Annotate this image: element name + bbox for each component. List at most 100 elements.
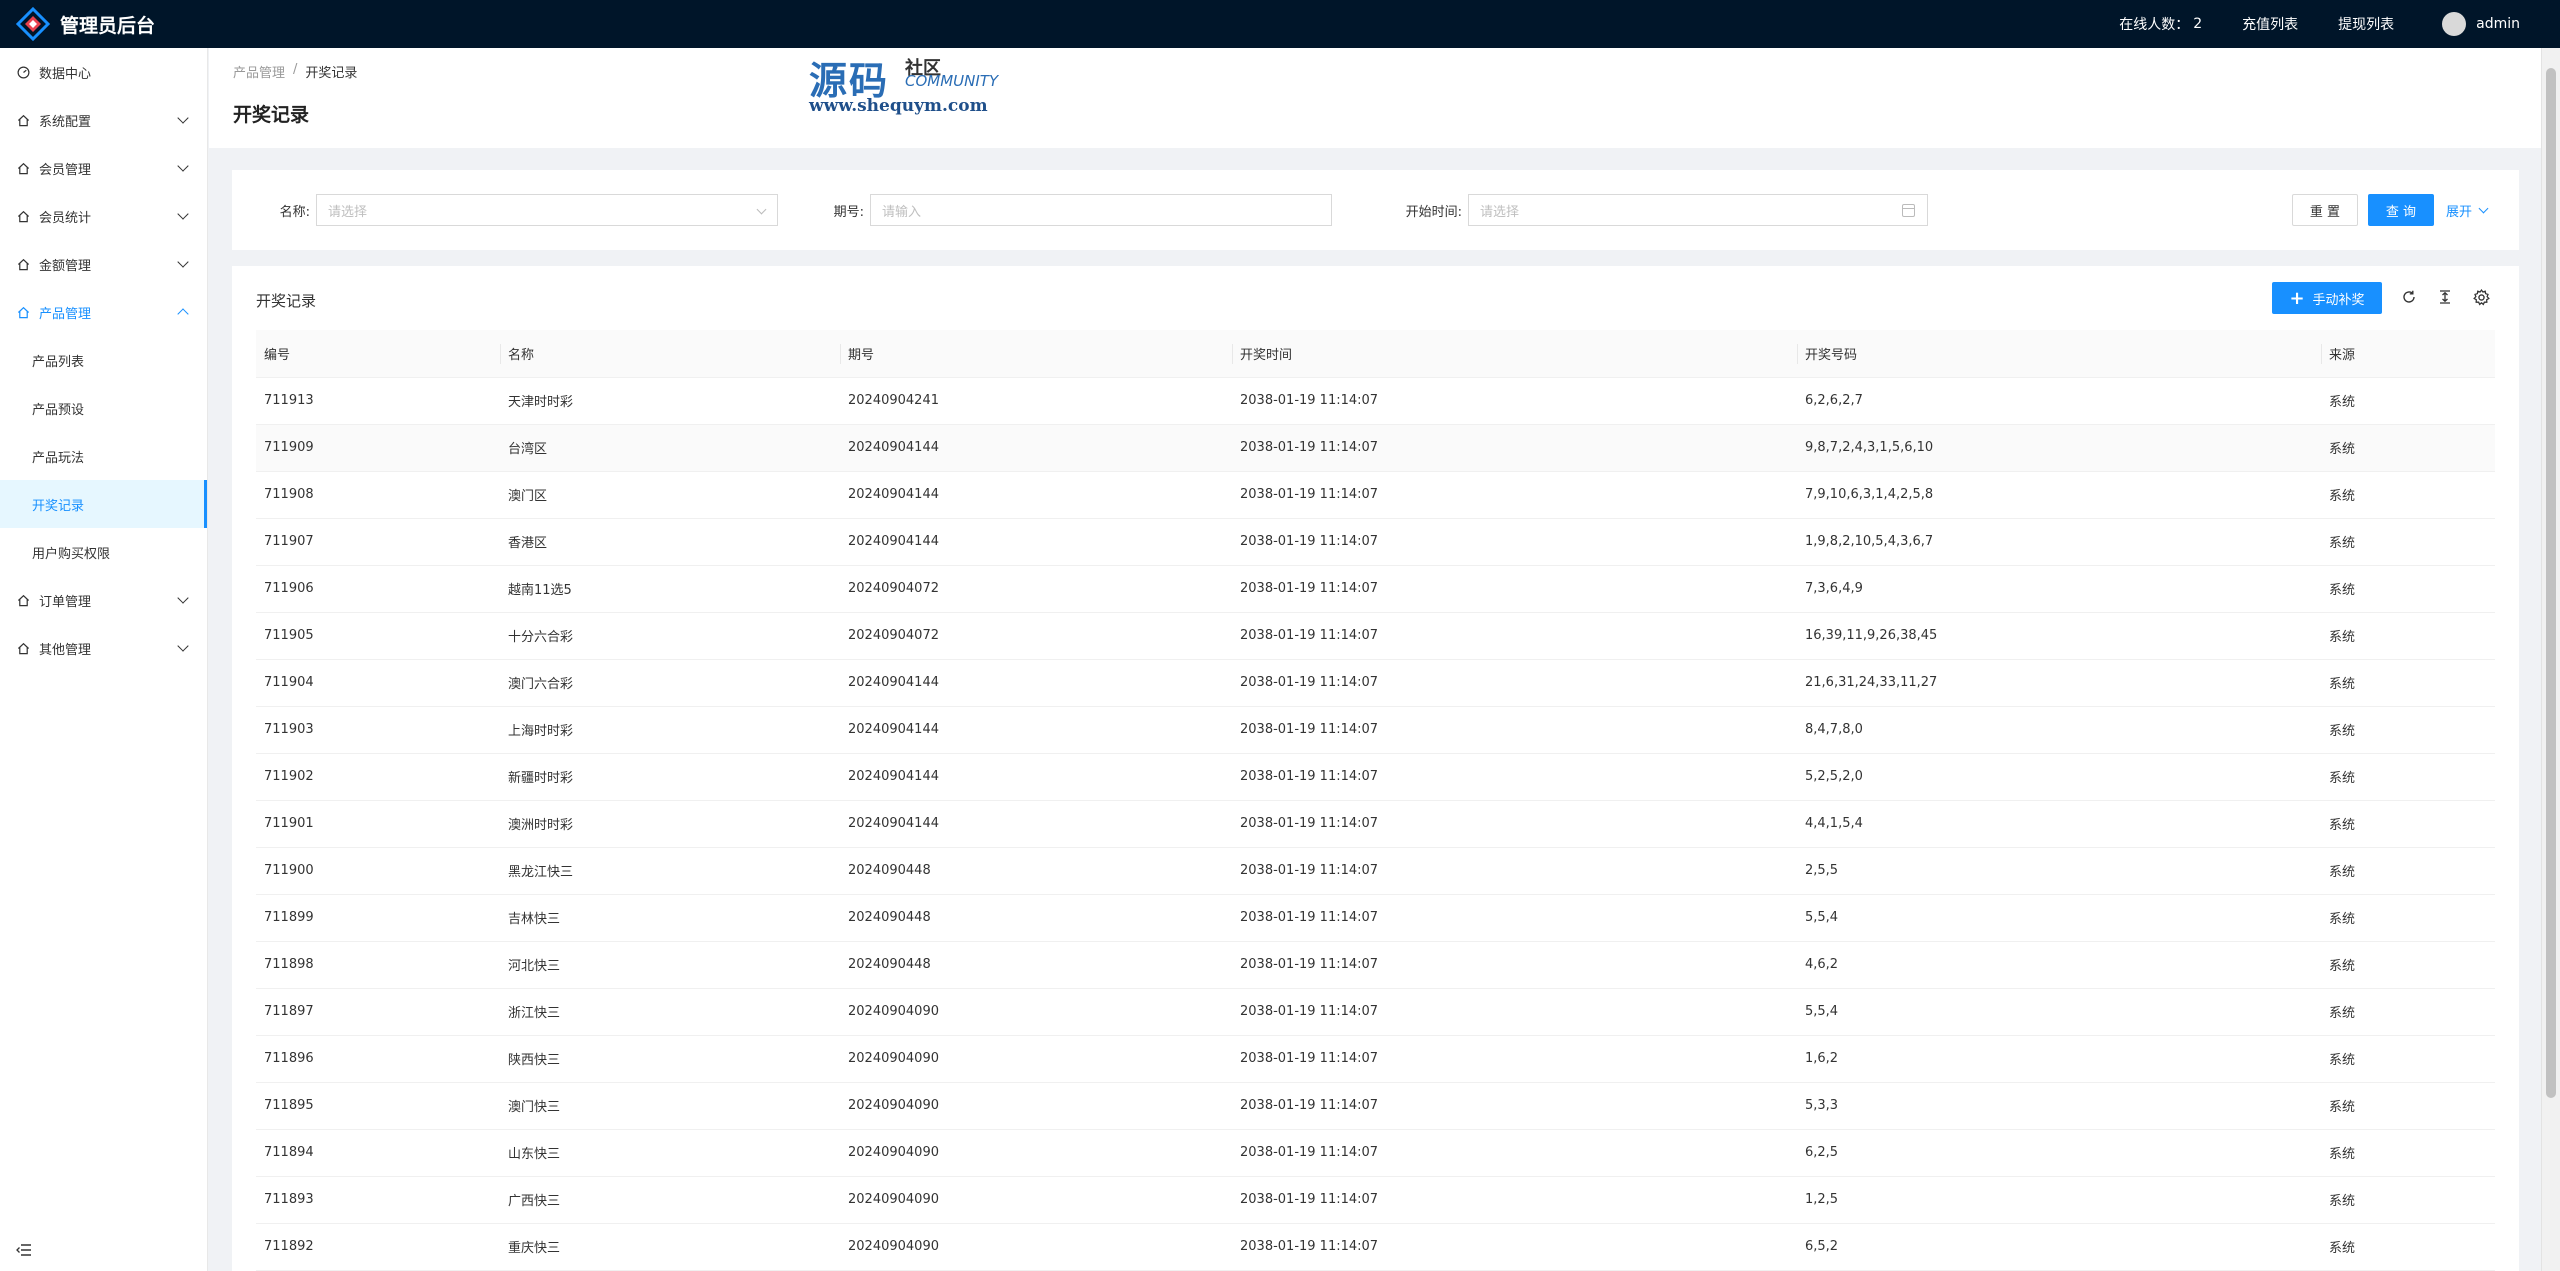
expand-toggle[interactable]: 展开 — [2446, 194, 2489, 226]
sidebar-item-product-management[interactable]: 产品管理 — [0, 288, 207, 336]
table-cell: 系统 — [2321, 471, 2495, 519]
name-select[interactable]: 请选择 — [316, 194, 778, 226]
table-cell: 20240904090 — [840, 988, 1232, 1036]
period-input[interactable]: 请输入 — [870, 194, 1332, 226]
table-row[interactable]: 711904 澳门六合彩 20240904144 2038-01-19 11:14:0… — [256, 659, 2495, 707]
sidebar-item-amount-management[interactable]: 金额管理 — [0, 240, 207, 288]
table-cell: 20240904072 — [840, 612, 1232, 660]
table-cell: 2038-01-19 11:14:07 — [1232, 612, 1797, 660]
user-menu[interactable]: admin — [2442, 12, 2520, 36]
chevron-down-icon — [177, 160, 189, 172]
table-row[interactable]: 711909 台湾区 20240904144 2038-01-19 11:14:07 9… — [256, 424, 2495, 472]
column-header: 来源 — [2321, 330, 2495, 378]
table-row[interactable]: 711900 黑龙江快三 2024090448 2038-01-19 11:14:07… — [256, 847, 2495, 895]
table-cell: 2038-01-19 11:14:07 — [1232, 941, 1797, 989]
table-cell: 系统 — [2321, 377, 2495, 425]
home-icon — [16, 113, 30, 127]
table-cell: 系统 — [2321, 1035, 2495, 1083]
table-row[interactable]: 711897 浙江快三 20240904090 2038-01-19 11:14:07… — [256, 988, 2495, 1036]
table-row[interactable]: 711892 重庆快三 20240904090 2038-01-19 11:14:07… — [256, 1223, 2495, 1271]
table-row[interactable]: 711895 澳门快三 20240904090 2038-01-19 11:14:07… — [256, 1082, 2495, 1130]
sidebar-item-order-management[interactable]: 订单管理 — [0, 576, 207, 624]
sidebar-subitem-draw-records[interactable]: 开奖记录 — [0, 480, 207, 528]
page-header: 产品管理 / 开奖记录 开奖记录 源码 社区 COMMUNITY www.she… — [209, 48, 2541, 148]
table-cell: 十分六合彩 — [500, 612, 840, 660]
chevron-down-icon — [177, 256, 189, 268]
table-cell: 系统 — [2321, 941, 2495, 989]
table-row[interactable]: 711902 新疆时时彩 20240904144 2038-01-19 11:14:0… — [256, 753, 2495, 801]
sidebar-subitem-product-list[interactable]: 产品列表 — [0, 336, 207, 384]
table-cell: 2038-01-19 11:14:07 — [1232, 659, 1797, 707]
table-row[interactable]: 711899 吉林快三 2024090448 2038-01-19 11:14:07 5… — [256, 894, 2495, 942]
table-cell: 711906 — [256, 565, 500, 613]
table-cell: 711899 — [256, 894, 500, 942]
page-scrollbar[interactable] — [2541, 48, 2560, 1271]
brand[interactable]: 管理员后台 — [0, 0, 155, 48]
sidebar-subitem-purchase-permission[interactable]: 用户购买权限 — [0, 528, 207, 576]
dashboard-icon — [16, 65, 30, 79]
calendar-icon — [1902, 204, 1915, 217]
table-row[interactable]: 711898 河北快三 2024090448 2038-01-19 11:14:07 4… — [256, 941, 2495, 989]
name-field: 名称: 请选择 — [256, 194, 778, 226]
table-row[interactable]: 711894 山东快三 20240904090 2038-01-19 11:14:07… — [256, 1129, 2495, 1177]
table-cell: 2038-01-19 11:14:07 — [1232, 1176, 1797, 1224]
menu-fold-icon[interactable] — [16, 1243, 32, 1257]
table-cell: 广西快三 — [500, 1176, 840, 1224]
withdraw-list-link[interactable]: 提现列表 — [2338, 14, 2394, 34]
table-row[interactable]: 711901 澳洲时时彩 20240904144 2038-01-19 11:14:0… — [256, 800, 2495, 848]
column-header: 期号 — [840, 330, 1232, 378]
settings-icon[interactable] — [2470, 286, 2492, 308]
table-cell: 系统 — [2321, 847, 2495, 895]
table-row[interactable]: 711906 越南11选5 20240904072 2038-01-19 11:14:… — [256, 565, 2495, 613]
breadcrumb-parent[interactable]: 产品管理 — [233, 62, 285, 81]
scrollbar-thumb[interactable] — [2546, 68, 2556, 1098]
table-cell: 2024090448 — [840, 941, 1232, 989]
table-row[interactable]: 711903 上海时时彩 20240904144 2038-01-19 11:14:0… — [256, 706, 2495, 754]
sidebar-item-other-management[interactable]: 其他管理 — [0, 624, 207, 672]
start-time-picker[interactable]: 请选择 — [1468, 194, 1928, 226]
table-cell: 澳门六合彩 — [500, 659, 840, 707]
table-cell: 711908 — [256, 471, 500, 519]
table-row[interactable]: 711908 澳门区 20240904144 2038-01-19 11:14:07 7… — [256, 471, 2495, 519]
reload-icon[interactable] — [2398, 286, 2420, 308]
table-cell: 2,5,5 — [1797, 847, 2321, 895]
table-cell: 吉林快三 — [500, 894, 840, 942]
table-cell: 2038-01-19 11:14:07 — [1232, 894, 1797, 942]
sidebar-subitem-product-gameplay[interactable]: 产品玩法 — [0, 432, 207, 480]
sidebar-item-system-config[interactable]: 系统配置 — [0, 96, 207, 144]
sidebar-item-member-management[interactable]: 会员管理 — [0, 144, 207, 192]
table-card: 开奖记录 + 手动补奖 编号 名称 期号 开奖时间 开奖号码 来源 711913… — [232, 266, 2519, 1271]
sidebar-item-label: 金额管理 — [39, 258, 92, 274]
table-cell: 系统 — [2321, 706, 2495, 754]
sidebar-subitem-product-preset[interactable]: 产品预设 — [0, 384, 207, 432]
sidebar: 数据中心 系统配置 会员管理 会员统计 金额管理 产品管理 产品列表 产品预设 … — [0, 48, 208, 1271]
table-cell: 711904 — [256, 659, 500, 707]
table-cell: 山东快三 — [500, 1129, 840, 1177]
table-row[interactable]: 711896 陕西快三 20240904090 2038-01-19 11:14:07… — [256, 1035, 2495, 1083]
table-cell: 2038-01-19 11:14:07 — [1232, 1129, 1797, 1177]
sidebar-item-data-center[interactable]: 数据中心 — [0, 48, 207, 96]
table-cell: 越南11选5 — [500, 565, 840, 613]
table-cell: 20240904090 — [840, 1176, 1232, 1224]
table-cell: 8,4,7,8,0 — [1797, 706, 2321, 754]
column-header: 名称 — [500, 330, 840, 378]
table-cell: 711894 — [256, 1129, 500, 1177]
table-cell: 2038-01-19 11:14:07 — [1232, 706, 1797, 754]
reset-button[interactable]: 重 置 — [2292, 194, 2358, 226]
table-row[interactable]: 711907 香港区 20240904144 2038-01-19 11:14:07 1… — [256, 518, 2495, 566]
watermark-url: www.shequym.com — [809, 96, 988, 116]
table-cell: 21,6,31,24,33,11,27 — [1797, 659, 2321, 707]
avatar — [2442, 12, 2467, 36]
sidebar-item-member-stats[interactable]: 会员统计 — [0, 192, 207, 240]
chevron-down-icon — [177, 592, 189, 604]
table-cell: 2038-01-19 11:14:07 — [1232, 518, 1797, 566]
table-row[interactable]: 711905 十分六合彩 20240904072 2038-01-19 11:14:0… — [256, 612, 2495, 660]
table-cell: 20240904090 — [840, 1129, 1232, 1177]
manual-award-button[interactable]: + 手动补奖 — [2272, 282, 2382, 314]
query-button[interactable]: 查 询 — [2368, 194, 2434, 226]
table-row[interactable]: 711893 广西快三 20240904090 2038-01-19 11:14:07… — [256, 1176, 2495, 1224]
column-height-icon[interactable] — [2434, 286, 2456, 308]
recharge-list-link[interactable]: 充值列表 — [2242, 14, 2298, 34]
table-cell: 20240904072 — [840, 565, 1232, 613]
table-row[interactable]: 711913 天津时时彩 20240904241 2038-01-19 11:14:0… — [256, 377, 2495, 425]
